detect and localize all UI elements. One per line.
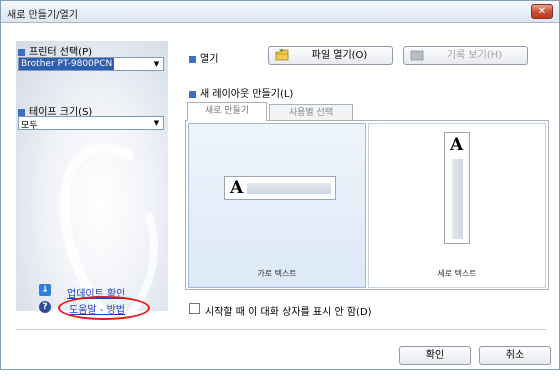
vertical-text-option[interactable]: A 세로 텍스트 [368, 123, 546, 288]
new-layout-section-label: 새 레이아웃 만들기(L) [189, 85, 293, 100]
ok-button[interactable]: 확인 [399, 346, 471, 365]
title-bar: 새로 만들기/열기 ✕ [1, 1, 559, 23]
cancel-label: 취소 [505, 350, 525, 361]
help-icon: ? [39, 301, 51, 313]
ok-label: 확인 [425, 350, 445, 361]
printer-select[interactable]: Brother PT-9800PCN ▼ [18, 57, 164, 71]
history-button[interactable]: 기록 보기(H) [403, 46, 528, 65]
bullet-square-icon [189, 90, 196, 98]
highlight-oval [58, 296, 150, 320]
update-icon: ↓ [39, 284, 51, 296]
folder-open-icon [275, 49, 289, 61]
printer-select-value: Brother PT-9800PCN [19, 58, 115, 70]
tape-size-value: 모두 [21, 121, 38, 131]
horizontal-label-preview: A [224, 176, 336, 200]
open-file-label: 파일 열기(O) [311, 50, 368, 61]
startup-checkbox-label: 시작할 때 이 대화 상자를 표시 안 함(D) [205, 307, 372, 318]
tab-new[interactable]: 새로 만들기 [187, 102, 267, 121]
window-title: 새로 만들기/열기 [7, 10, 78, 21]
tab-new-label: 새로 만들기 [204, 106, 250, 116]
vertical-label-preview: A [444, 132, 470, 244]
layout-options-panel: A 가로 텍스트 A 세로 텍스트 [185, 120, 549, 290]
new-layout-label: 새 레이아웃 만들기(L) [200, 89, 294, 100]
vertical-text-label: 세로 텍스트 [437, 269, 477, 278]
bullet-square-icon [189, 55, 196, 63]
chevron-down-icon: ▼ [150, 117, 163, 129]
horizontal-text-label: 가로 텍스트 [257, 269, 297, 278]
close-button[interactable]: ✕ [531, 4, 553, 19]
horizontal-text-option[interactable]: A 가로 텍스트 [188, 123, 366, 288]
printer-section-label: 프린터 선택(P) [18, 43, 92, 58]
chevron-down-icon: ▼ [150, 58, 163, 70]
history-folder-icon [410, 50, 424, 61]
tape-size-select[interactable]: 모두 ▼ [18, 116, 164, 131]
bullet-square-icon [18, 48, 25, 56]
tab-by-usage-label: 사용별 선택 [288, 108, 334, 118]
history-label: 기록 보기(H) [446, 50, 503, 61]
left-side-panel [16, 41, 244, 383]
sample-glyph: A [450, 135, 464, 155]
dialog-window: 새로 만들기/열기 ✕ 프린터 선택(P) Brother PT-9800PCN… [0, 0, 560, 383]
open-section-label: 열기 [189, 50, 218, 65]
open-file-button[interactable]: 파일 열기(O) [268, 46, 393, 65]
bullet-square-icon [18, 108, 25, 116]
sample-glyph: A [230, 178, 244, 198]
tab-by-usage[interactable]: 사용별 선택 [269, 104, 353, 121]
startup-checkbox[interactable] [189, 303, 200, 314]
open-label: 열기 [200, 54, 219, 65]
close-icon: ✕ [537, 6, 547, 17]
cancel-button[interactable]: 취소 [479, 346, 551, 365]
footer-separator [16, 329, 546, 330]
